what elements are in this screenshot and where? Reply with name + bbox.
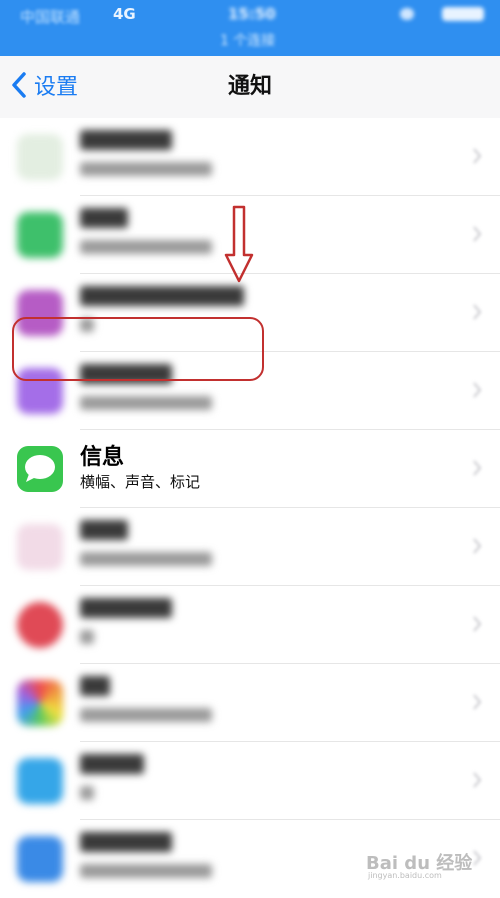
app-row-8[interactable] [0, 664, 500, 742]
app-row-6[interactable] [0, 508, 500, 586]
messages-title: 信息 [80, 445, 125, 470]
watermark: Bai du 经验 jingyan.baidu.com [362, 845, 480, 885]
app-row-1[interactable] [0, 118, 500, 196]
app-row-7[interactable] [0, 586, 500, 664]
photos-icon [17, 680, 63, 726]
watermark-url: jingyan.baidu.com [368, 871, 442, 880]
app-icon-blurred [17, 134, 63, 180]
chevron-right-icon [473, 460, 482, 476]
messages-subtitle: 横幅、声音、标记 [80, 473, 201, 491]
clock: 15:50 [228, 5, 276, 23]
messages-icon [17, 446, 63, 492]
chevron-right-icon [473, 772, 482, 788]
navigation-bar: 设置 通知 [0, 56, 500, 119]
bank-app-icon [17, 602, 63, 648]
down-arrow-annotation [224, 205, 254, 283]
page-title: 通知 [227, 74, 272, 99]
chevron-right-icon [473, 694, 482, 710]
blue-app-icon [17, 836, 63, 882]
app-row-9[interactable] [0, 742, 500, 820]
chevron-right-icon [473, 304, 482, 320]
chevron-right-icon [473, 382, 482, 398]
carrier-label: 中国联通 [20, 8, 81, 26]
chevron-right-icon [473, 616, 482, 632]
network-type: 4G [113, 5, 136, 23]
status-icons [374, 6, 484, 22]
highlight-box [12, 317, 264, 381]
battery-icon [442, 7, 484, 21]
messages-row[interactable]: 信息 横幅、声音、标记 [0, 430, 500, 508]
music-icon [17, 524, 63, 570]
status-bar: 中国联通 4G 15:50 1 个连接 [0, 0, 500, 56]
hotspot-connection-label: 1 个连接 [220, 33, 276, 49]
chevron-right-icon [473, 538, 482, 554]
alarm-icon [400, 8, 414, 20]
alipay-icon [17, 758, 63, 804]
wechat-icon [17, 212, 63, 258]
chevron-right-icon [473, 148, 482, 164]
chevron-right-icon [473, 226, 482, 242]
